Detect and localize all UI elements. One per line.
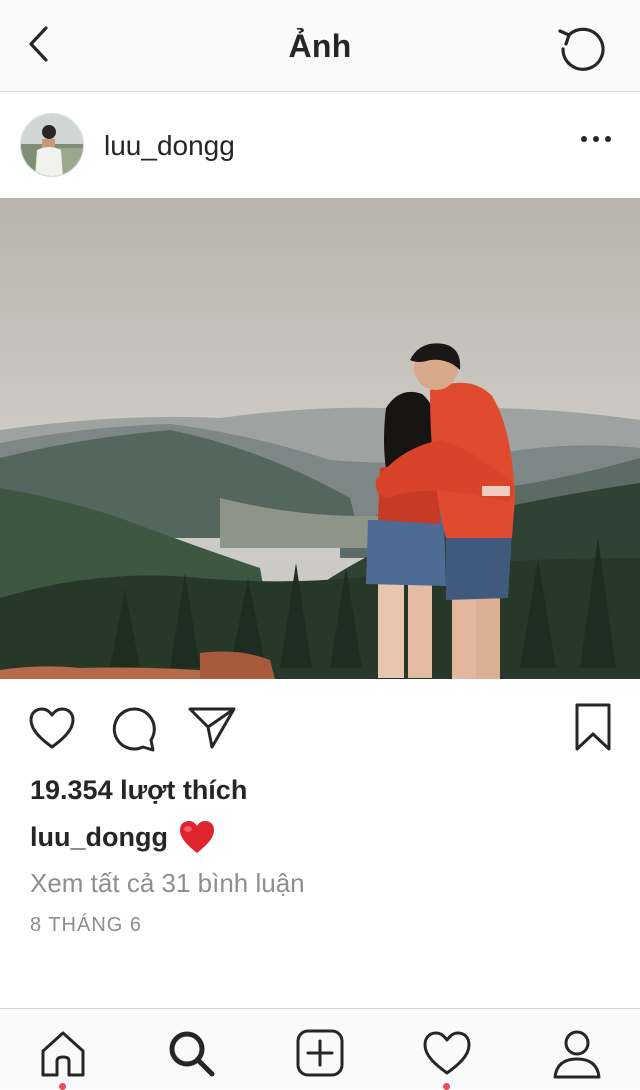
- caption-username[interactable]: luu_dongg: [30, 822, 168, 853]
- heart-icon[interactable]: [27, 705, 77, 751]
- refresh-icon[interactable]: [556, 21, 608, 73]
- avatar[interactable]: [20, 113, 84, 177]
- search-icon[interactable]: [165, 1027, 217, 1079]
- comment-icon[interactable]: [107, 704, 157, 754]
- caption: luu_dongg: [30, 819, 216, 855]
- post-photo[interactable]: [0, 198, 640, 679]
- post-username[interactable]: luu_dongg: [104, 130, 235, 162]
- bottom-tab-bar: [0, 1008, 640, 1090]
- activity-heart-icon[interactable]: [421, 1027, 473, 1079]
- post-actions: [0, 679, 640, 775]
- post-header: luu_dongg: [0, 93, 640, 198]
- likes-count[interactable]: 19.354 lượt thích: [30, 775, 247, 806]
- post-date: 8 THÁNG 6: [30, 914, 142, 936]
- red-heart-emoji-icon: [179, 821, 214, 853]
- bookmark-icon[interactable]: [572, 701, 614, 753]
- page-title: Ảnh: [288, 28, 352, 64]
- home-icon[interactable]: [37, 1027, 89, 1079]
- profile-icon[interactable]: [551, 1027, 603, 1079]
- top-nav-bar: Ảnh: [0, 0, 640, 92]
- share-icon[interactable]: [186, 703, 238, 751]
- add-icon[interactable]: [294, 1027, 346, 1079]
- more-horizontal-icon[interactable]: [578, 131, 614, 147]
- view-all-comments-link[interactable]: Xem tất cả 31 bình luận: [30, 868, 305, 899]
